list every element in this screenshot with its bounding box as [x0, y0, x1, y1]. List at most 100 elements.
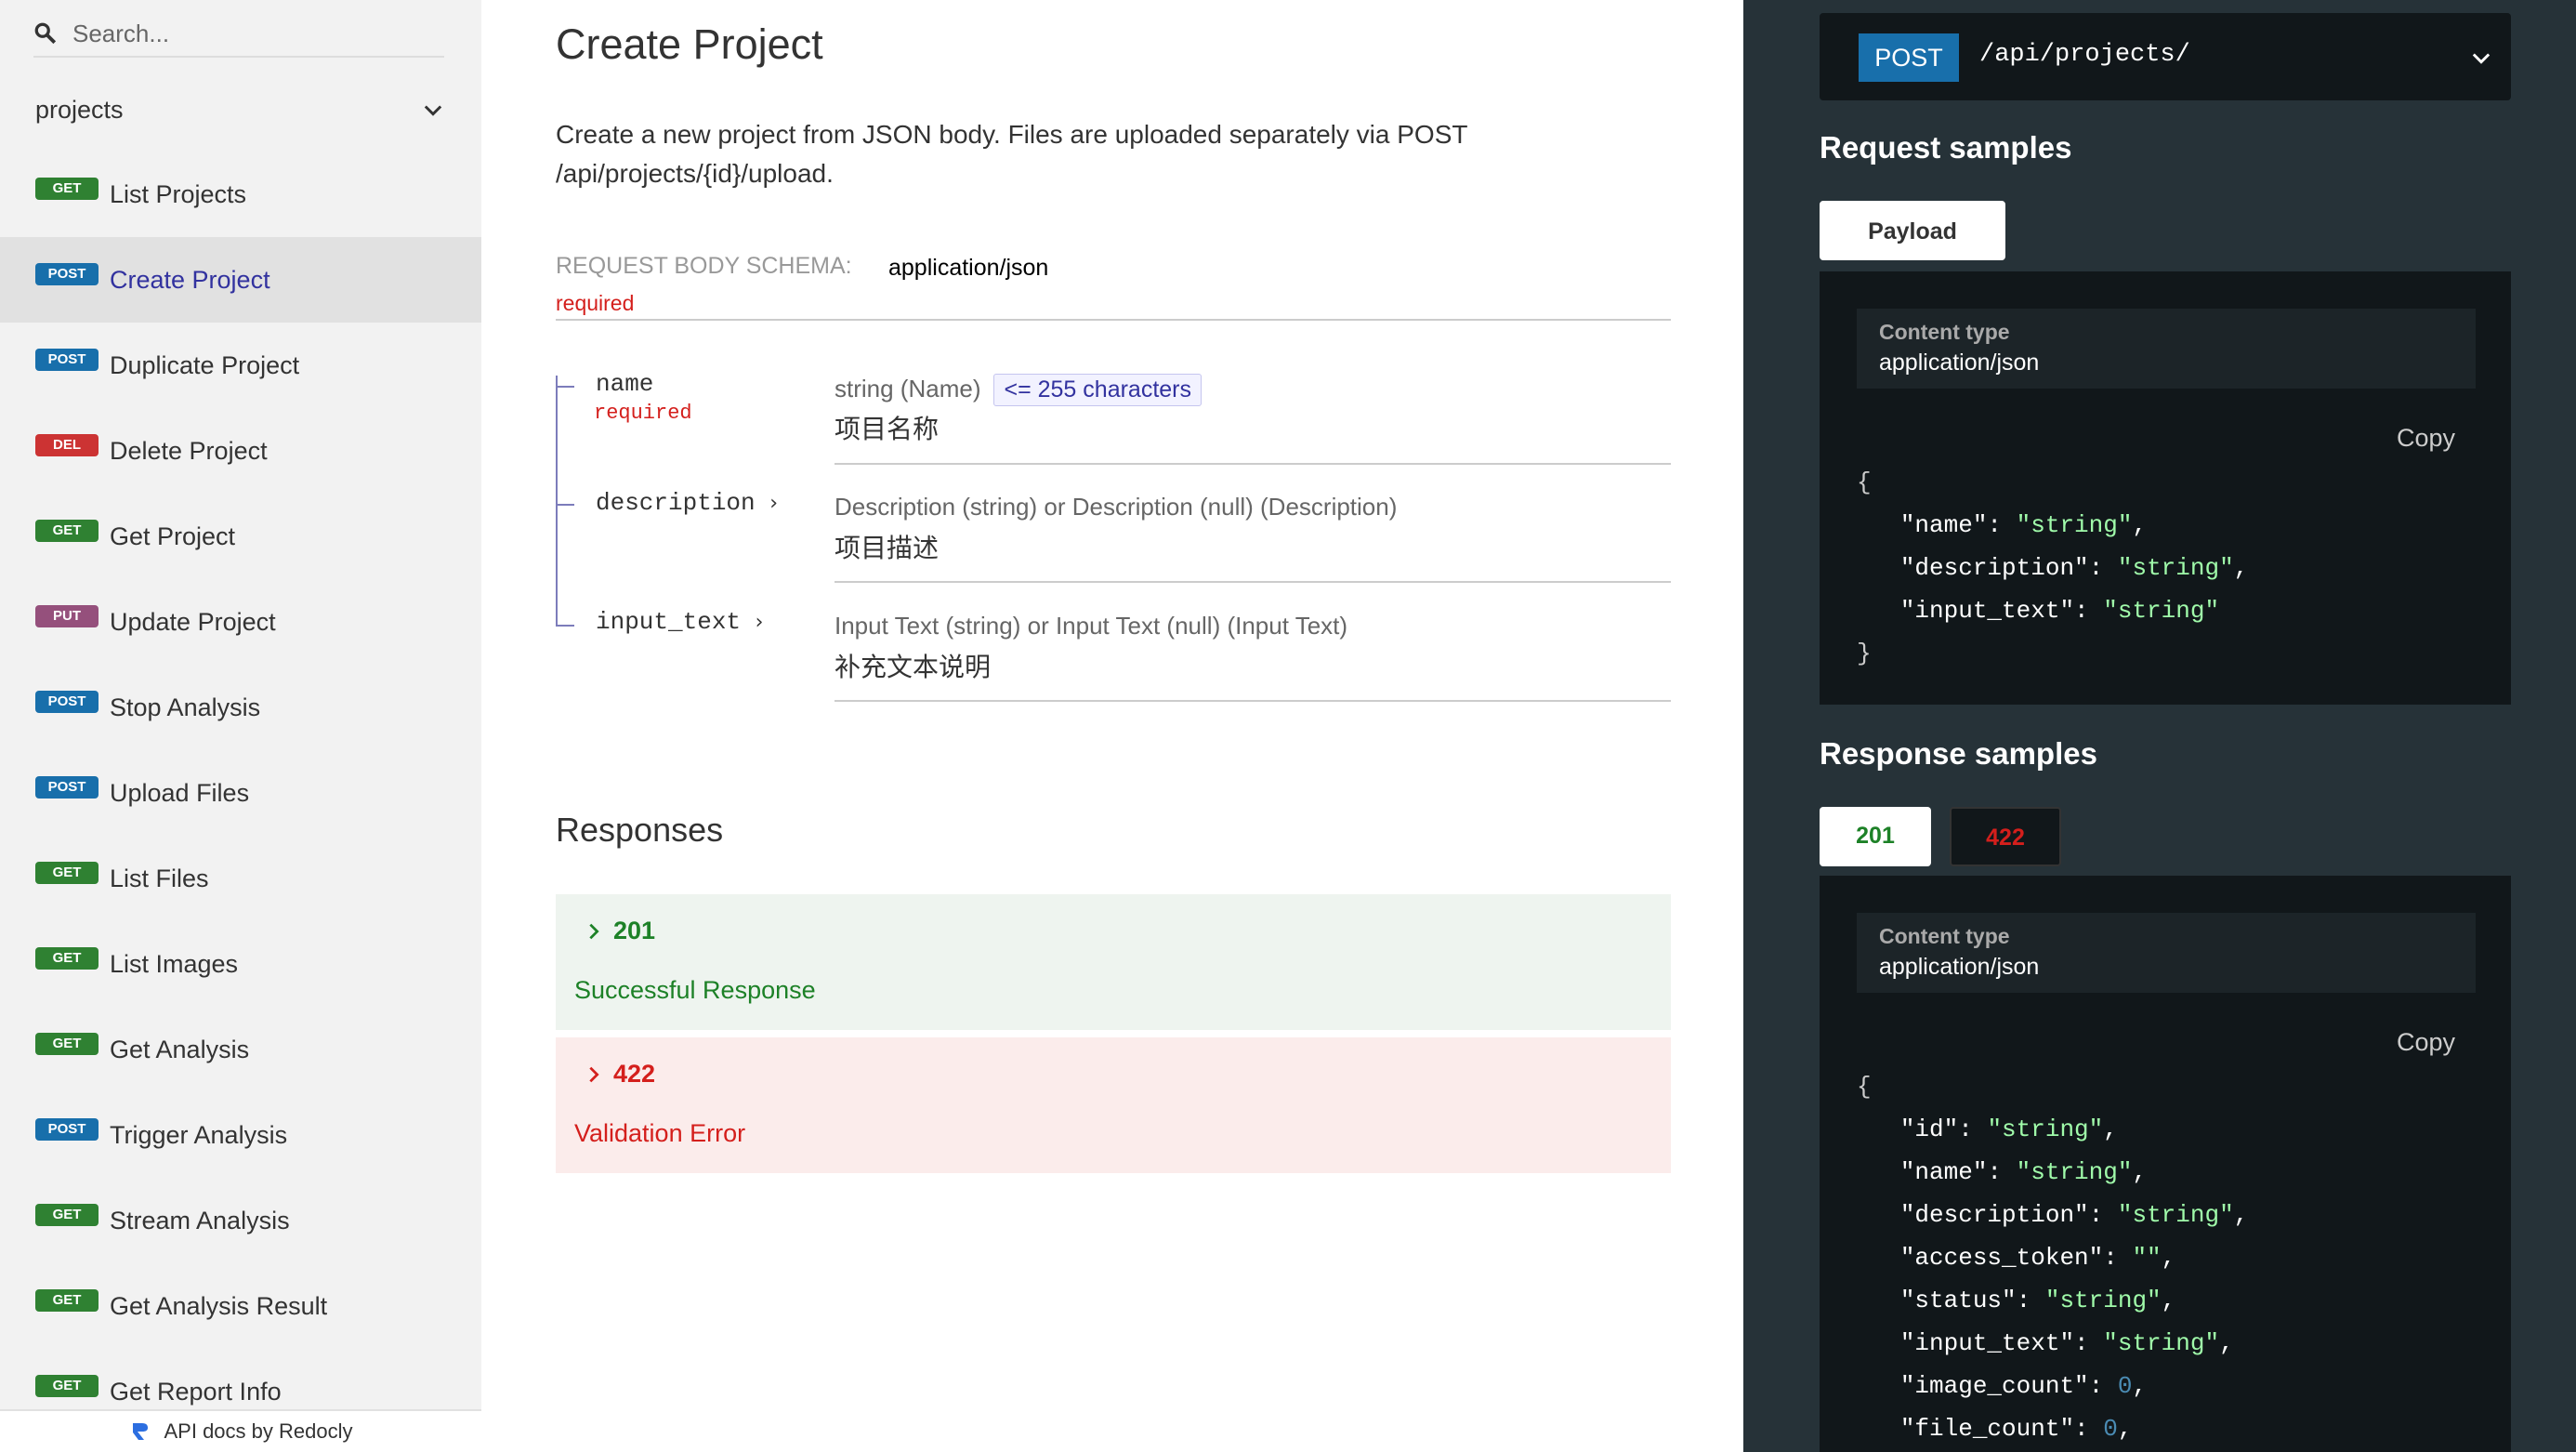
sidebar-item-label: Duplicate Project — [110, 350, 300, 379]
sidebar-item-label: List Projects — [110, 179, 247, 208]
method-badge: GET — [35, 1204, 99, 1226]
sidebar-item-label: Update Project — [110, 607, 276, 636]
sidebar-item-trigger-analysis[interactable]: POST Trigger Analysis — [0, 1092, 481, 1178]
response-201[interactable]: 201 Successful Response — [556, 894, 1671, 1030]
samples-panel: POST /api/projects/ Request samples Payl… — [1743, 0, 2576, 1452]
code-line: "input_text": "string", — [1900, 1329, 2234, 1357]
prop-name-text: description — [596, 489, 756, 517]
page-title: Create Project — [556, 20, 823, 68]
sidebar-item-list-images[interactable]: GET List Images — [0, 921, 481, 1007]
chevron-right-icon: › — [755, 611, 764, 634]
prop-name-text: input_text — [596, 608, 742, 636]
response-422[interactable]: 422 Validation Error — [556, 1037, 1671, 1173]
sidebar-item-label: List Images — [110, 949, 239, 978]
json-value: "string" — [2103, 597, 2220, 625]
json-key: "id": — [1899, 1115, 1988, 1143]
code-line: "image_count": 0, — [1900, 1372, 2147, 1400]
json-value: "string" — [2044, 1287, 2162, 1314]
response-code: 422 — [584, 1060, 655, 1089]
code-line: { — [1857, 469, 1872, 496]
sidebar-item-label: List Files — [110, 864, 209, 892]
redocly-logo-icon — [132, 1423, 148, 1440]
sidebar-item-label: Get Report Info — [110, 1377, 282, 1406]
method-badge: POST — [35, 349, 99, 371]
json-punct: , — [2233, 554, 2249, 582]
json-punct: , — [2103, 1115, 2118, 1143]
prop-description: 项目名称 — [835, 415, 940, 443]
sidebar-item-label: Get Analysis Result — [110, 1291, 328, 1320]
content-type-box[interactable]: Content type application/json — [1857, 913, 2476, 993]
endpoint-method-badge: POST — [1859, 33, 1959, 82]
json-punct: , — [2132, 511, 2148, 539]
code-line: "name": "string", — [1900, 511, 2147, 539]
method-badge: GET — [35, 178, 99, 200]
sidebar-item-get-analysis-result[interactable]: GET Get Analysis Result — [0, 1263, 481, 1349]
json-value: 0 — [2103, 1415, 2118, 1443]
prop-name-name: name — [596, 370, 654, 398]
sidebar-item-get-project[interactable]: GET Get Project — [0, 494, 481, 579]
endpoint-selector[interactable]: POST /api/projects/ — [1820, 13, 2511, 100]
content-type-box[interactable]: Content type application/json — [1857, 309, 2476, 389]
prop-description: 项目描述 — [835, 534, 940, 562]
response-json-code: { "id": "string", "name": "string", "des… — [1857, 1065, 2248, 1450]
json-value: "string" — [2103, 1329, 2220, 1357]
response-tab-201[interactable]: 201 — [1820, 807, 1931, 866]
sidebar-item-label: Trigger Analysis — [110, 1120, 288, 1149]
copy-button[interactable]: Copy — [2397, 1028, 2455, 1057]
code-line: "description": "string", — [1900, 554, 2248, 582]
code-line: "access_token": "", — [1900, 1244, 2175, 1272]
method-badge: DEL — [35, 434, 99, 456]
code-line: "name": "string", — [1900, 1158, 2147, 1186]
sidebar-item-list-files[interactable]: GET List Files — [0, 836, 481, 921]
footer-text: API docs by Redocly — [164, 1419, 353, 1443]
json-key: "input_text": — [1899, 597, 2104, 625]
search-box[interactable] — [33, 11, 444, 58]
divider — [835, 463, 1671, 465]
content-type-label: Content type — [1879, 320, 2010, 344]
group-projects[interactable]: projects — [0, 78, 481, 141]
sidebar-item-create-project[interactable]: POST Create Project — [0, 237, 481, 323]
sidebar-item-upload-files[interactable]: POST Upload Files — [0, 750, 481, 836]
json-value: 0 — [2117, 1372, 2133, 1400]
redocly-footer-link[interactable]: API docs by Redocly — [0, 1409, 481, 1452]
copy-button[interactable]: Copy — [2397, 424, 2455, 453]
prop-type-text: string (Name) — [835, 375, 981, 403]
json-key: "name": — [1899, 511, 2017, 539]
json-value: "string" — [2117, 1201, 2234, 1229]
sidebar-item-get-analysis[interactable]: GET Get Analysis — [0, 1007, 481, 1092]
json-key: "file_count": — [1899, 1415, 2104, 1443]
sidebar-item-duplicate-project[interactable]: POST Duplicate Project — [0, 323, 481, 408]
sidebar-item-label: Stream Analysis — [110, 1206, 290, 1234]
code-line: } — [1857, 640, 1872, 667]
divider — [835, 700, 1671, 702]
prop-name-description[interactable]: description › — [596, 489, 778, 517]
method-badge: GET — [35, 862, 99, 884]
json-key: "description": — [1899, 554, 2118, 582]
method-badge: POST — [35, 776, 99, 799]
sidebar-item-stream-analysis[interactable]: GET Stream Analysis — [0, 1178, 481, 1263]
json-punct: , — [2233, 1201, 2249, 1229]
responses-title: Responses — [556, 811, 724, 849]
sidebar-nav: GET List Projects POST Create Project POST… — [0, 152, 481, 1434]
sidebar-item-update-project[interactable]: PUT Update Project — [0, 579, 481, 665]
chevron-right-icon: › — [769, 492, 779, 515]
response-tab-422[interactable]: 422 — [1950, 807, 2061, 866]
chevron-down-icon — [424, 105, 442, 116]
chevron-down-icon — [2472, 53, 2491, 64]
search-input[interactable] — [72, 19, 426, 48]
json-punct: , — [2132, 1158, 2148, 1186]
prop-type: Input Text (string) or Input Text (null)… — [835, 612, 1348, 640]
sidebar-item-stop-analysis[interactable]: POST Stop Analysis — [0, 665, 481, 750]
method-badge: POST — [35, 691, 99, 713]
request-json-code: { "name": "string", "description": "stri… — [1857, 461, 2248, 675]
tree-tick — [556, 386, 574, 388]
json-value: "string" — [1987, 1115, 2104, 1143]
response-code-text: 422 — [613, 1060, 656, 1088]
sidebar-item-list-projects[interactable]: GET List Projects — [0, 152, 481, 237]
method-badge: GET — [35, 1375, 99, 1397]
method-badge: GET — [35, 520, 99, 542]
code-line: "input_text": "string" — [1900, 597, 2219, 625]
prop-name-input-text[interactable]: input_text › — [596, 608, 763, 636]
sidebar-item-delete-project[interactable]: DEL Delete Project — [0, 408, 481, 494]
payload-tab[interactable]: Payload — [1820, 201, 2005, 260]
